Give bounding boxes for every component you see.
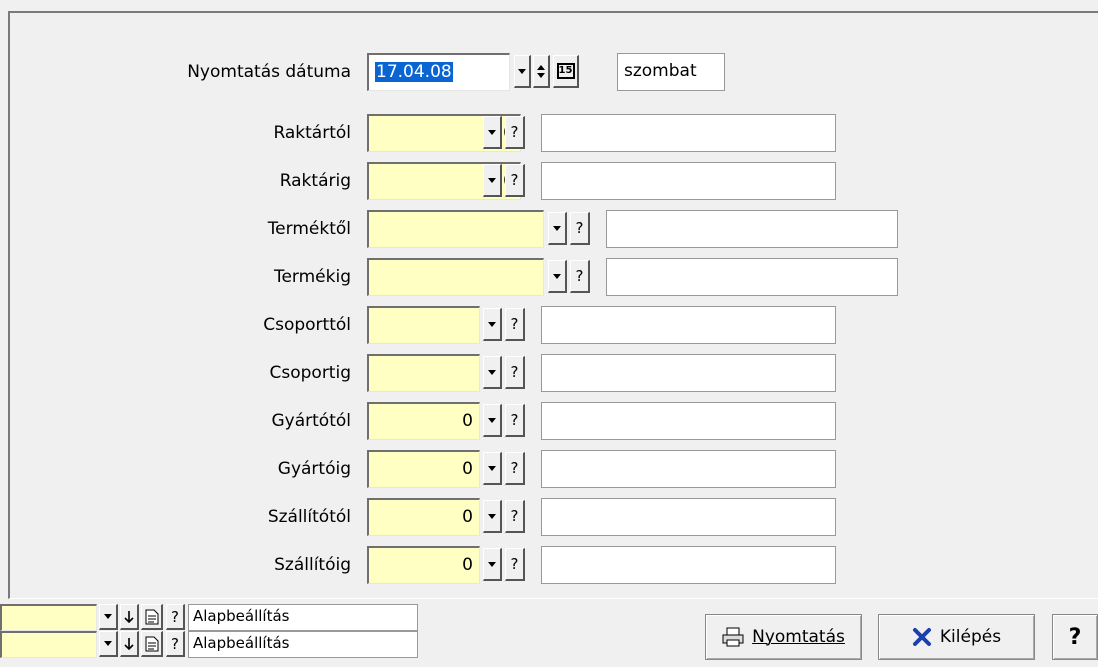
preset-dropdown-button[interactable] [99, 604, 118, 630]
preset-select[interactable] [0, 604, 97, 631]
preset-load-button[interactable] [120, 604, 139, 630]
lookup-button[interactable]: ? [570, 212, 590, 245]
close-icon [912, 628, 931, 646]
lookup-button[interactable]: ? [505, 500, 525, 533]
dropdown-button[interactable] [483, 404, 502, 437]
calendar-button[interactable]: 15 [553, 55, 579, 88]
dropdown-button[interactable] [483, 548, 502, 581]
filter-description [541, 402, 836, 440]
preset-load-button[interactable] [120, 631, 139, 657]
preset-dropdown-button[interactable] [99, 631, 118, 657]
help-button[interactable]: ? [1052, 614, 1098, 660]
lookup-button[interactable]: ? [505, 356, 525, 389]
exit-button[interactable]: Kilépés [878, 614, 1035, 660]
chevron-down-icon [488, 417, 496, 423]
chevron-down-icon [518, 68, 526, 74]
calendar-icon: 15 [556, 63, 575, 79]
lookup-button[interactable]: ? [505, 308, 525, 341]
filter-description [541, 354, 836, 392]
document-icon [145, 609, 158, 624]
filter-description [541, 162, 836, 200]
chevron-down-icon [553, 225, 561, 231]
print-button-label: Nyomtatás [752, 627, 845, 647]
filter-label: Termékig [273, 267, 351, 287]
spin-up-icon [537, 64, 545, 70]
dropdown-button[interactable] [483, 356, 502, 389]
dropdown-button[interactable] [548, 212, 567, 245]
filter-input[interactable]: 0 [367, 402, 480, 440]
filter-description [606, 210, 898, 248]
chevron-down-icon [488, 321, 496, 327]
dropdown-button[interactable] [483, 308, 502, 341]
filter-label: Csoportig [269, 363, 352, 383]
lookup-button[interactable]: ? [505, 404, 525, 437]
print-date-field[interactable]: 17.04.08 [367, 53, 510, 91]
chevron-down-icon [488, 465, 496, 471]
dropdown-button[interactable] [483, 452, 502, 485]
filter-label: Terméktől [267, 219, 351, 239]
arrow-down-icon [124, 610, 134, 623]
preset-help-button[interactable]: ? [166, 604, 185, 630]
filter-label: Csoporttól [263, 315, 351, 335]
lookup-button[interactable]: ? [505, 116, 525, 149]
spin-down-icon [537, 72, 545, 78]
help-button-label: ? [1068, 624, 1082, 650]
lookup-button[interactable]: ? [505, 164, 525, 197]
filter-description [541, 450, 836, 488]
filter-input[interactable] [367, 354, 480, 392]
dropdown-button[interactable] [548, 260, 567, 293]
chevron-down-icon [104, 641, 112, 646]
print-date-spinner[interactable] [533, 55, 550, 88]
chevron-down-icon [488, 369, 496, 375]
preset-select[interactable] [0, 631, 97, 658]
print-date-label: Nyomtatás dátuma [187, 62, 351, 82]
arrow-down-icon [124, 637, 134, 650]
preset-help-button[interactable]: ? [166, 631, 185, 657]
lookup-button[interactable]: ? [505, 548, 525, 581]
lookup-button[interactable]: ? [505, 452, 525, 485]
weekday-field: szombat [617, 53, 725, 91]
dropdown-button[interactable] [483, 116, 502, 149]
dropdown-button[interactable] [483, 164, 502, 197]
filter-description [606, 258, 898, 296]
filter-input[interactable]: 0 [367, 498, 480, 536]
chevron-down-icon [488, 129, 496, 135]
exit-button-label: Kilépés [939, 627, 1002, 647]
filter-input[interactable] [367, 210, 544, 248]
preset-name: Alapbeállítás [188, 631, 418, 658]
print-date-value: 17.04.08 [375, 62, 453, 82]
document-icon [145, 636, 158, 651]
preset-save-button[interactable] [141, 604, 163, 630]
filter-input[interactable] [367, 306, 480, 344]
printer-icon [722, 627, 744, 647]
chevron-down-icon [488, 561, 496, 567]
filter-description [541, 114, 836, 152]
filter-label: Szállítótól [267, 507, 351, 527]
filter-label: Gyártóig [277, 459, 351, 479]
filter-label: Szállítóig [274, 555, 351, 575]
chevron-down-icon [553, 273, 561, 279]
lookup-button[interactable]: ? [570, 260, 590, 293]
chevron-down-icon [104, 614, 112, 619]
filter-label: Raktárig [279, 171, 351, 191]
chevron-down-icon [488, 177, 496, 183]
preset-name: Alapbeállítás [188, 604, 418, 631]
filter-input[interactable] [367, 258, 544, 296]
filter-description [541, 306, 836, 344]
print-button[interactable]: Nyomtatás [705, 614, 862, 660]
filter-description [541, 498, 836, 536]
filter-label: Raktártól [273, 123, 351, 143]
filter-description [541, 546, 836, 584]
print-date-dropdown-button[interactable] [514, 55, 531, 88]
dropdown-button[interactable] [483, 500, 502, 533]
filter-input[interactable]: 0 [367, 546, 480, 584]
chevron-down-icon [488, 513, 496, 519]
filter-label: Gyártótól [271, 411, 352, 431]
preset-save-button[interactable] [141, 631, 163, 657]
filter-input[interactable]: 0 [367, 450, 480, 488]
